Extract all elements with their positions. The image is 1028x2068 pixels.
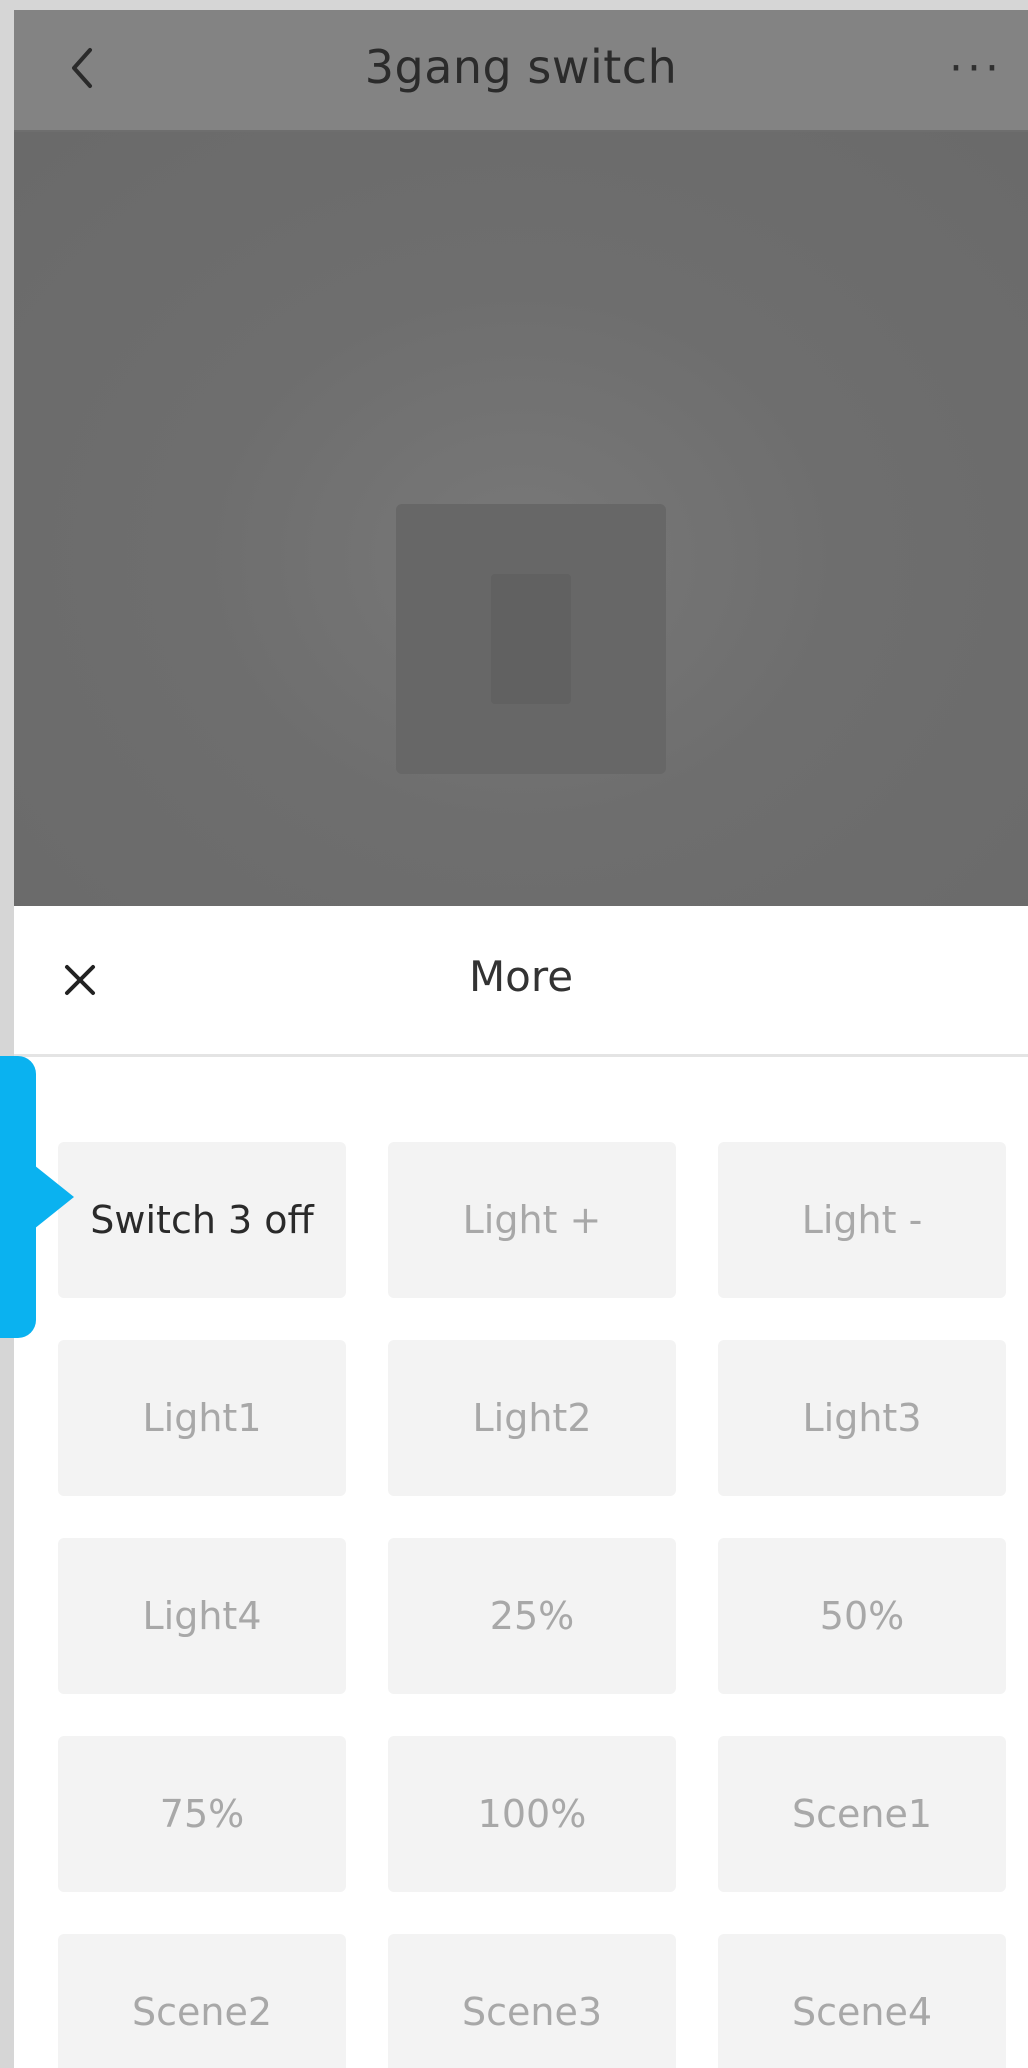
option-tile[interactable]: Switch 3 off [58, 1142, 346, 1298]
option-tile[interactable]: 50% [718, 1538, 1006, 1694]
option-tile[interactable]: Light2 [388, 1340, 676, 1496]
dimmed-overlay: 3gang switch ··· [14, 10, 1028, 906]
sheet-header: More [14, 906, 1028, 1057]
option-tile[interactable]: 100% [388, 1736, 676, 1892]
option-tile[interactable]: Scene2 [58, 1934, 346, 2068]
app-screen: 3gang switch ··· More Switch 3 off Light… [14, 10, 1028, 2068]
option-tile[interactable]: Light - [718, 1142, 1006, 1298]
option-label: Scene2 [131, 1990, 273, 2034]
option-label: Scene1 [791, 1792, 933, 1836]
option-tile[interactable]: Scene1 [718, 1736, 1006, 1892]
top-bar: 3gang switch ··· [14, 10, 1028, 132]
option-label: 75% [159, 1792, 245, 1836]
option-tile[interactable]: 75% [58, 1736, 346, 1892]
option-label: Switch 3 off [90, 1198, 314, 1242]
option-label: 100% [477, 1792, 587, 1836]
option-label: Light2 [472, 1396, 592, 1440]
option-label: Light1 [142, 1396, 262, 1440]
option-tile[interactable]: Light + [388, 1142, 676, 1298]
sheet-title: More [468, 952, 574, 1001]
option-label: Light + [462, 1198, 602, 1242]
option-label: Light - [801, 1198, 923, 1242]
option-label: 25% [489, 1594, 575, 1638]
option-label: Scene4 [791, 1990, 933, 2034]
option-tile[interactable]: Light1 [58, 1340, 346, 1496]
option-label: Light3 [802, 1396, 922, 1440]
more-sheet: More Switch 3 off Light + Light - Light1… [14, 906, 1028, 2068]
option-tile[interactable]: 25% [388, 1538, 676, 1694]
highlight-callout-pointer [34, 1165, 74, 1229]
option-label: Scene3 [461, 1990, 603, 2034]
option-tile[interactable]: Scene3 [388, 1934, 676, 2068]
option-label: Light4 [142, 1594, 262, 1638]
device-switch [491, 574, 571, 704]
page-title: 3gang switch [364, 40, 678, 94]
more-options-button[interactable]: ··· [940, 40, 1012, 96]
device-preview [14, 132, 1028, 906]
option-label: 50% [819, 1594, 905, 1638]
highlight-callout [0, 1056, 36, 1338]
option-tile[interactable]: Light4 [58, 1538, 346, 1694]
options-grid: Switch 3 off Light + Light - Light1 Ligh… [58, 1142, 1018, 2068]
option-tile[interactable]: Scene4 [718, 1934, 1006, 2068]
option-tile[interactable]: Light3 [718, 1340, 1006, 1496]
more-dots-icon: ··· [949, 42, 1003, 94]
device-panel [396, 504, 666, 774]
